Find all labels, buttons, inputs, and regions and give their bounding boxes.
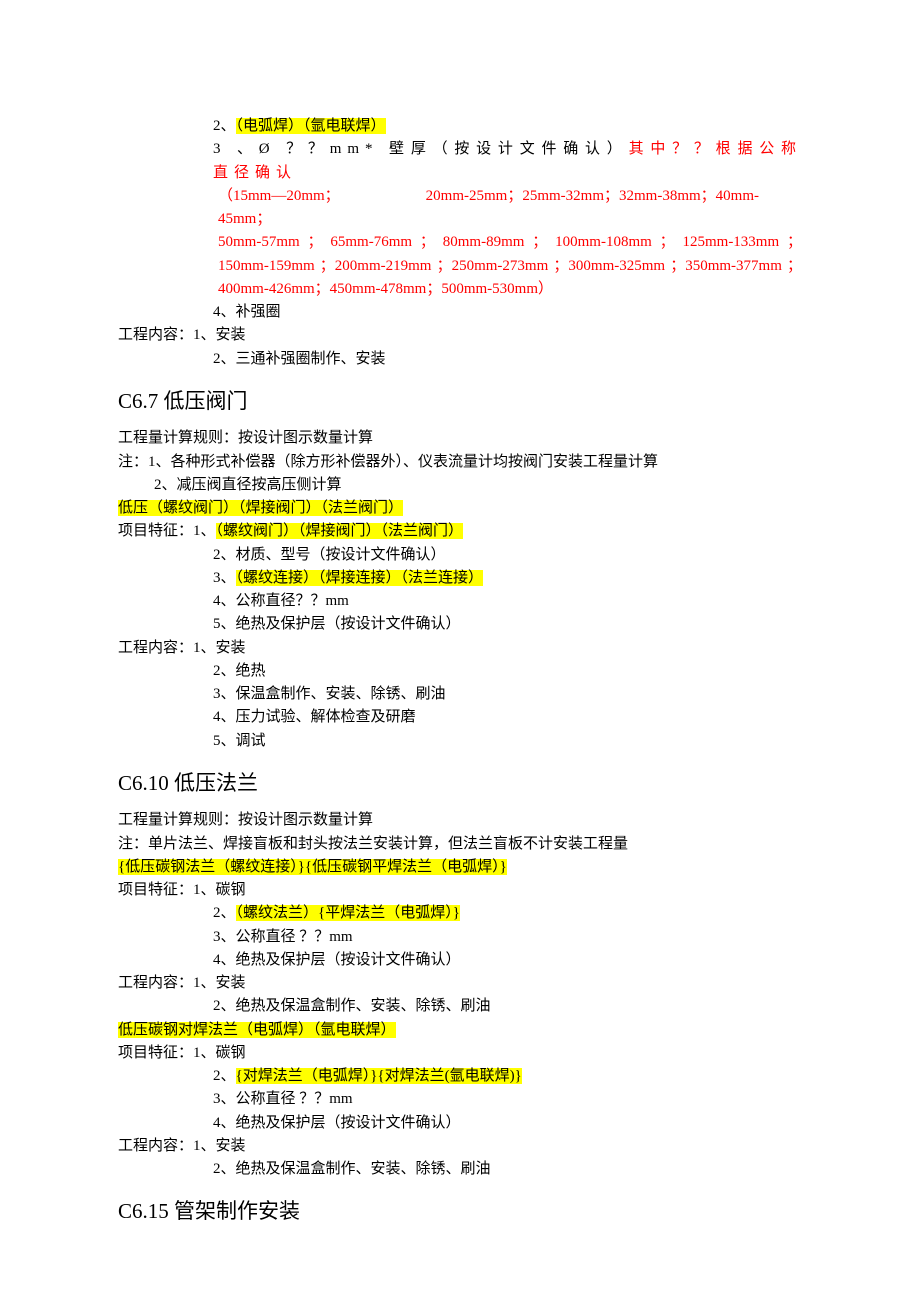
top-item-2: 2、（电弧焊）（氩电联焊） [118, 115, 802, 138]
highlight-text: （电弧焊）（氩电联焊） [236, 118, 386, 134]
c67-note2: 2、减压阀直径按高压侧计算 [118, 474, 802, 497]
c610-gcn2: 2、绝热及保温盒制作、安装、除锈、刷油 [118, 995, 802, 1018]
heading-c6-15: C6.15 管架制作安装 [118, 1195, 802, 1228]
highlight-text: （螺纹阀门）（焊接阀门）（法兰阀门） [216, 523, 464, 539]
text: 2、 [213, 118, 236, 134]
c67-feat5: 5、绝热及保护层（按设计文件确认） [118, 613, 802, 636]
c610-note: 注：单片法兰、焊接盲板和封头按法兰安装计算，但法兰盲板不计安装工程量 [118, 833, 802, 856]
c610-feat2: 2、（螺纹法兰）{平焊法兰（电弧焊）} [118, 902, 802, 925]
c610-gcn1b: 工程内容：1、安装 [118, 1135, 802, 1158]
c610-hl2: 低压碳钢对焊法兰（电弧焊）（氩电联焊） [118, 1019, 802, 1042]
c610-feat2b: 2、{对焊法兰（电弧焊）}{对焊法兰(氩电联焊)} [118, 1065, 802, 1088]
c67-feat3: 3、（螺纹连接）（焊接连接）（法兰连接） [118, 567, 802, 590]
c610-gcn1: 工程内容：1、安装 [118, 972, 802, 995]
c610-feat4: 4、绝热及保护层（按设计文件确认） [118, 949, 802, 972]
c610-rule: 工程量计算规则：按设计图示数量计算 [118, 809, 802, 832]
c610-feat1b: 项目特征：1、碳钢 [118, 1042, 802, 1065]
highlight-text: （螺纹法兰）{平焊法兰（电弧焊）} [236, 905, 460, 921]
c67-note1: 注：1、各种形式补偿器（除方形补偿器外）、仪表流量计均按阀门安装工程量计算 [118, 451, 802, 474]
top-item-3a: 3 、Ø ？？mm* 壁厚（按设计文件确认）其中？？根据公称直径确认 [118, 138, 802, 185]
red-text: 50mm-57mm ； 65mm-76mm ； 80mm-89mm ； 100m… [218, 234, 802, 297]
c67-gcn5: 5、调试 [118, 730, 802, 753]
c610-hl1: {低压碳钢法兰（螺纹连接）}{低压碳钢平焊法兰（电弧焊）} [118, 856, 802, 879]
top-gcn-1: 工程内容：1、安装 [118, 324, 802, 347]
c67-hl-line: 低压（螺纹阀门）（焊接阀门）（法兰阀门） [118, 497, 802, 520]
c67-feat1: 项目特征：1、（螺纹阀门）（焊接阀门）（法兰阀门） [118, 520, 802, 543]
c67-gcn2: 2、绝热 [118, 660, 802, 683]
highlight-text: （螺纹连接）（焊接连接）（法兰连接） [236, 570, 484, 586]
highlight-text: 低压（螺纹阀门）（焊接阀门）（法兰阀门） [118, 500, 403, 516]
text: 项目特征：1、 [118, 523, 216, 539]
c67-rule: 工程量计算规则：按设计图示数量计算 [118, 427, 802, 450]
red-text: （15mm—20mm； [218, 188, 340, 204]
top-item-3c: 50mm-57mm ； 65mm-76mm ； 80mm-89mm ； 100m… [118, 231, 802, 301]
c67-gcn3: 3、保温盒制作、安装、除锈、刷油 [118, 683, 802, 706]
heading-c6-7: C6.7 低压阀门 [118, 385, 802, 418]
heading-c6-10: C6.10 低压法兰 [118, 767, 802, 800]
c610-feat3b: 3、公称直径 ？？mm [118, 1088, 802, 1111]
text: 3 、Ø ？？mm* 壁厚（按设计文件确认） [213, 141, 629, 157]
top-item-4: 4、补强圈 [118, 301, 802, 324]
c610-gcn2b: 2、绝热及保温盒制作、安装、除锈、刷油 [118, 1158, 802, 1181]
c67-feat2: 2、材质、型号（按设计文件确认） [118, 544, 802, 567]
highlight-text: {对焊法兰（电弧焊）}{对焊法兰(氩电联焊)} [236, 1068, 522, 1084]
top-gcn-2: 2、三通补强圈制作、安装 [118, 348, 802, 371]
document-page: 2、（电弧焊）（氩电联焊） 3 、Ø ？？mm* 壁厚（按设计文件确认）其中？？… [0, 0, 920, 1298]
c67-gcn1: 工程内容：1、安装 [118, 637, 802, 660]
top-item-3b: （15mm—20mm；20mm-25mm；25mm-32mm；32mm-38mm… [118, 185, 802, 232]
c610-feat4b: 4、绝热及保护层（按设计文件确认） [118, 1112, 802, 1135]
c67-feat4: 4、公称直径？？mm [118, 590, 802, 613]
text: 3、 [213, 570, 236, 586]
c67-gcn4: 4、压力试验、解体检查及研磨 [118, 706, 802, 729]
text: 2、 [213, 1068, 236, 1084]
highlight-text: {低压碳钢法兰（螺纹连接）}{低压碳钢平焊法兰（电弧焊）} [118, 859, 507, 875]
text: 2、 [213, 905, 236, 921]
highlight-text: 低压碳钢对焊法兰（电弧焊）（氩电联焊） [118, 1022, 396, 1038]
c610-feat3: 3、公称直径 ？？mm [118, 926, 802, 949]
c610-feat1: 项目特征：1、碳钢 [118, 879, 802, 902]
